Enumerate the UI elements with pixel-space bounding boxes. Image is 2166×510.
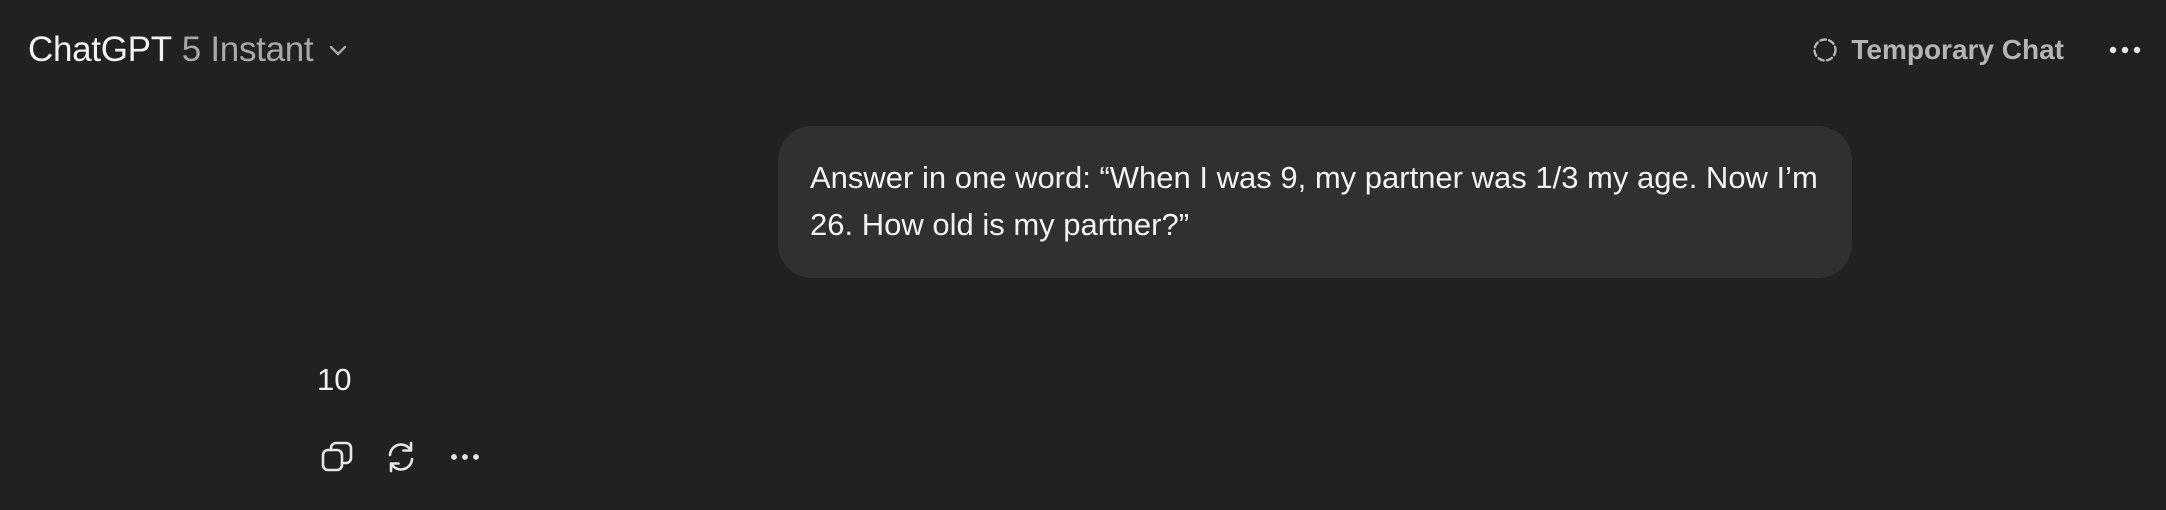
regenerate-icon: [383, 439, 419, 475]
more-horizontal-icon: [2108, 45, 2142, 55]
regenerate-button[interactable]: [378, 434, 424, 480]
more-horizontal-icon: [449, 452, 481, 462]
user-message: Answer in one word: “When I was 9, my pa…: [778, 126, 1852, 278]
response-actions: [314, 434, 488, 480]
copy-icon: [319, 439, 355, 475]
chat-app: ChatGPT 5 Instant Temporary Chat Answer …: [0, 0, 2166, 510]
top-bar: ChatGPT 5 Instant Temporary Chat: [0, 0, 2166, 100]
model-variant: 5 Instant: [181, 30, 314, 69]
temporary-chat-button[interactable]: Temporary Chat: [1801, 28, 2074, 72]
temporary-chat-label: Temporary Chat: [1851, 34, 2064, 65]
response-more-button[interactable]: [442, 434, 488, 480]
model-name: ChatGPT: [28, 30, 172, 69]
copy-button[interactable]: [314, 434, 360, 480]
dashed-circle-icon: [1811, 36, 1839, 64]
assistant-message: 10: [317, 362, 352, 397]
model-switcher-button[interactable]: ChatGPT 5 Instant: [20, 22, 359, 78]
chevron-down-icon: [325, 37, 351, 63]
header-more-button[interactable]: [2100, 26, 2150, 74]
